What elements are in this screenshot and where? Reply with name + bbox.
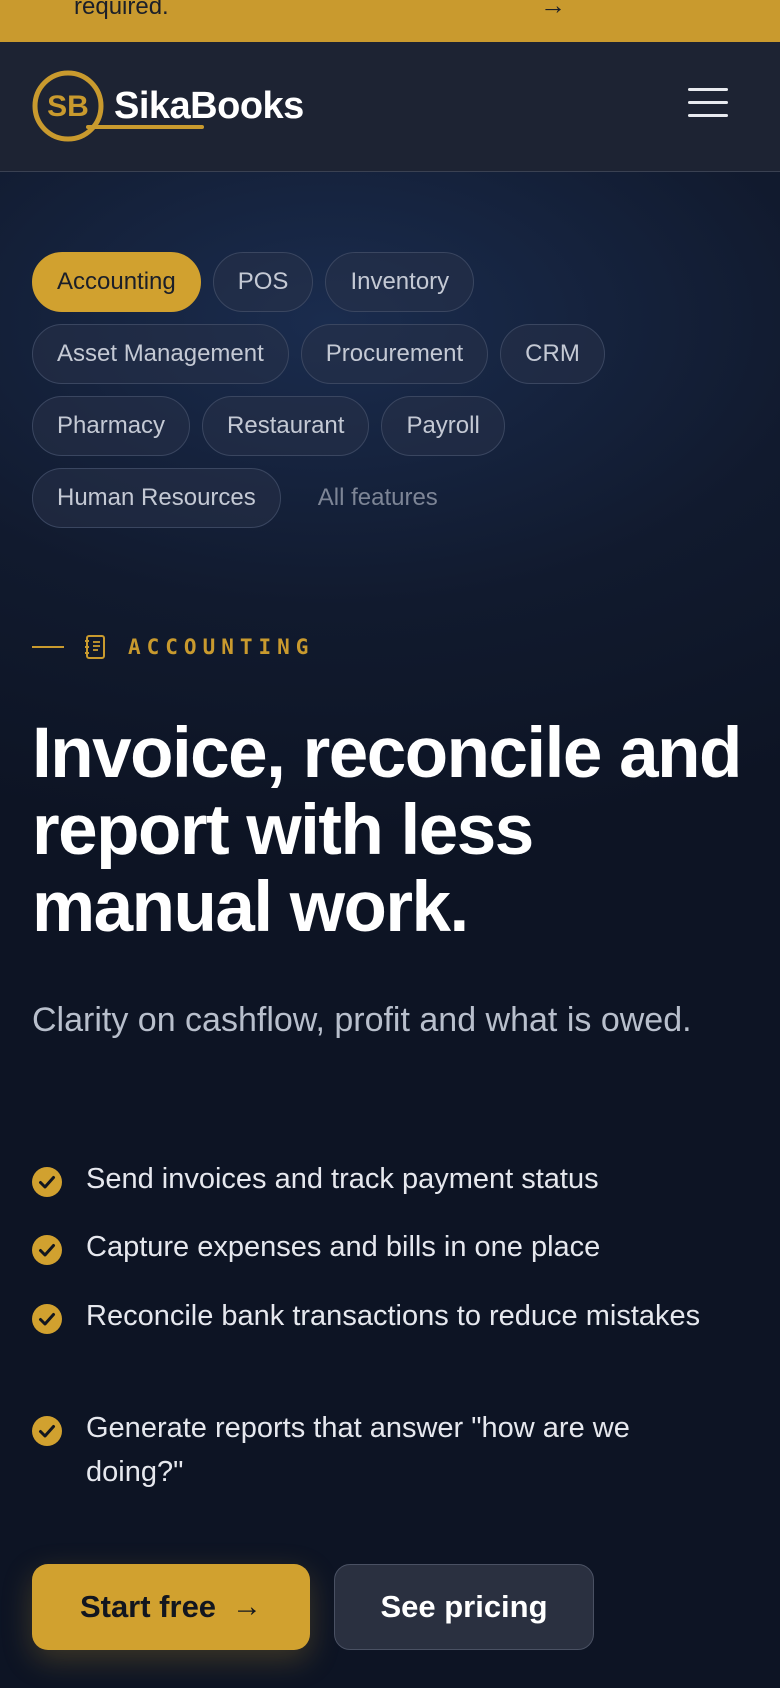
check-circle-icon [32, 1304, 62, 1334]
logo-monogram-icon: SB [32, 70, 104, 142]
site-header: SB SikaBooks [0, 42, 780, 172]
feature-text: Capture expenses and bills in one place [86, 1231, 601, 1263]
start-free-label: Start free [79, 1589, 217, 1624]
feature-chips: Accounting POS Inventory Asset Managemen… [32, 252, 752, 540]
chip-payroll[interactable]: Payroll [381, 396, 505, 456]
page-subtitle: Clarity on cashflow, profit and what is … [32, 1001, 692, 1039]
arrow-right-icon: → [540, 0, 566, 20]
brand-logo[interactable]: SB SikaBooks [32, 70, 304, 142]
feature-text: Reconcile bank transactions to reduce mi… [86, 1300, 701, 1332]
ledger-book-icon [85, 635, 105, 659]
feature-text: Generate reports that answer "how are we… [86, 1412, 630, 1488]
see-pricing-label: See pricing [380, 1589, 548, 1624]
chip-human-resources[interactable]: Human Resources [32, 468, 281, 528]
brand-name: SikaBooks [114, 84, 304, 127]
logo-monogram-text: SB [47, 90, 89, 123]
page-title: Invoice, reconcile and report with less … [32, 714, 742, 947]
arrow-right-icon: → [232, 1590, 263, 1623]
chip-procurement[interactable]: Procurement [300, 324, 489, 384]
promo-text: required. [74, 0, 169, 20]
chip-pharmacy[interactable]: Pharmacy [32, 396, 191, 456]
list-item: Generate reports that answer "how are we… [32, 1406, 732, 1494]
check-circle-icon [32, 1416, 62, 1446]
check-circle-icon [32, 1167, 62, 1197]
chip-inventory[interactable]: Inventory [325, 252, 475, 312]
hero-section: Accounting POS Inventory Asset Managemen… [0, 172, 780, 1688]
chip-crm[interactable]: CRM [500, 324, 605, 384]
feature-text: Send invoices and track payment status [86, 1163, 599, 1195]
chip-asset-management[interactable]: Asset Management [32, 324, 289, 384]
chip-restaurant[interactable]: Restaurant [202, 396, 370, 456]
check-circle-icon [32, 1235, 62, 1265]
promo-banner[interactable]: required. → [0, 0, 780, 42]
eyebrow-label: ACCOUNTING [128, 635, 315, 659]
list-item: Reconcile bank transactions to reduce mi… [32, 1294, 732, 1338]
eyebrow-divider [32, 646, 64, 648]
list-item: Send invoices and track payment status [32, 1157, 732, 1201]
start-free-button[interactable]: Start free → [32, 1564, 310, 1650]
brand-underline [86, 125, 204, 129]
hamburger-menu-icon[interactable] [688, 88, 728, 124]
see-pricing-button[interactable]: See pricing [334, 1564, 594, 1650]
all-features-link[interactable]: All features [293, 468, 463, 528]
chip-pos[interactable]: POS [212, 252, 314, 312]
chip-accounting[interactable]: Accounting [32, 252, 201, 312]
list-item: Capture expenses and bills in one place [32, 1225, 732, 1269]
section-eyebrow: ACCOUNTING [32, 634, 314, 660]
